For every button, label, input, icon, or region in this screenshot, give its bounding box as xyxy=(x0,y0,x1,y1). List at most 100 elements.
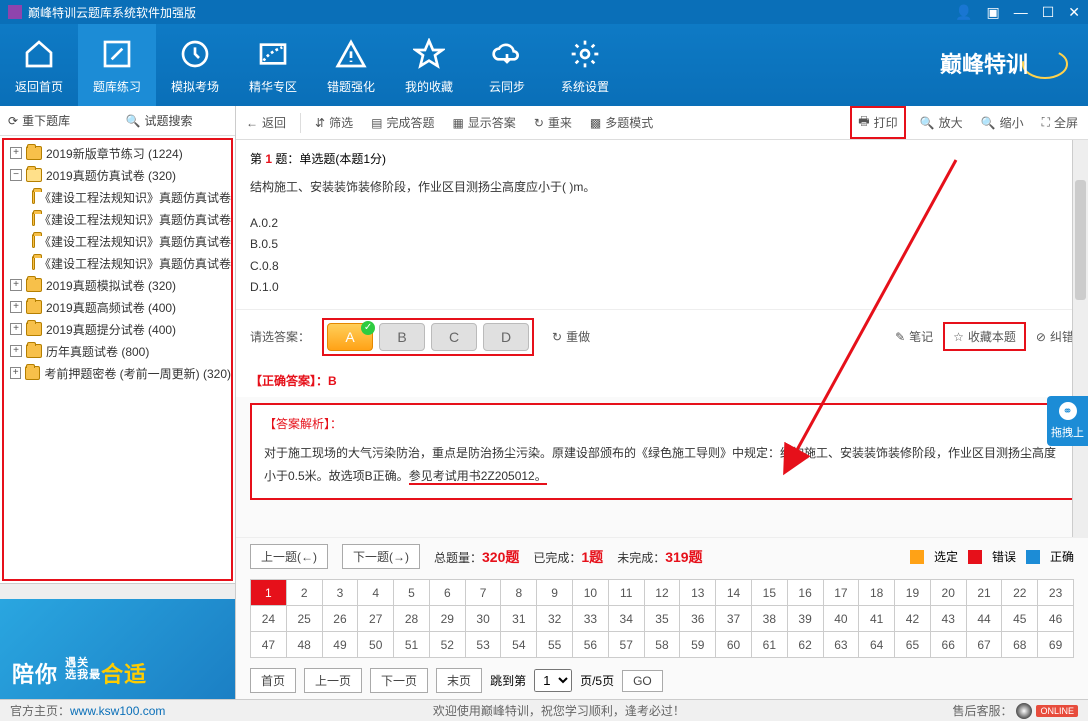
grid-cell[interactable]: 3 xyxy=(322,580,358,606)
qq-icon[interactable] xyxy=(1016,703,1032,719)
tree-item[interactable]: +2019真题提分试卷 (400) xyxy=(4,318,231,340)
option-button-b[interactable]: B xyxy=(379,323,425,351)
zoom-in-button[interactable]: 🔍放大 xyxy=(916,112,967,133)
favorite-button[interactable]: ☆收藏本题 xyxy=(943,322,1026,351)
grid-cell[interactable]: 7 xyxy=(465,580,501,606)
nav-sync[interactable]: 云同步 xyxy=(468,24,546,106)
next-page-button[interactable]: 下一页 xyxy=(370,668,428,693)
reset-button[interactable]: ↻重来 xyxy=(530,112,576,133)
grid-cell[interactable]: 18 xyxy=(859,580,895,606)
grid-cell[interactable]: 64 xyxy=(859,632,895,658)
last-page-button[interactable]: 末页 xyxy=(436,668,482,693)
grid-cell[interactable]: 10 xyxy=(573,580,609,606)
home-link[interactable]: www.ksw100.com xyxy=(70,704,165,718)
grid-cell[interactable]: 24 xyxy=(251,606,287,632)
grid-cell[interactable]: 52 xyxy=(429,632,465,658)
restore-icon[interactable]: ▣ xyxy=(986,4,999,21)
nav-favorites[interactable]: 我的收藏 xyxy=(390,24,468,106)
page-select[interactable]: 1 xyxy=(534,669,572,692)
grid-cell[interactable]: 39 xyxy=(787,606,823,632)
go-button[interactable]: GO xyxy=(622,670,663,692)
filter-button[interactable]: ⇵筛选 xyxy=(311,112,357,133)
nav-exam[interactable]: 模拟考场 xyxy=(156,24,234,106)
grid-cell[interactable]: 58 xyxy=(644,632,680,658)
nav-settings[interactable]: 系统设置 xyxy=(546,24,624,106)
first-page-button[interactable]: 首页 xyxy=(250,668,296,693)
tree-item[interactable]: +2019真题高频试卷 (400) xyxy=(4,296,231,318)
grid-cell[interactable]: 45 xyxy=(1002,606,1038,632)
tree-item[interactable]: +2019新版章节练习 (1224) xyxy=(4,142,231,164)
grid-cell[interactable]: 59 xyxy=(680,632,716,658)
tree-item[interactable]: +考前押题密卷 (考前一周更新) (320) xyxy=(4,362,231,384)
multi-button[interactable]: ▩多题模式 xyxy=(586,112,657,133)
grid-cell[interactable]: 9 xyxy=(537,580,573,606)
grid-cell[interactable]: 6 xyxy=(429,580,465,606)
grid-cell[interactable]: 31 xyxy=(501,606,537,632)
side-toggle-handle[interactable]: ⚭ 拖拽上 xyxy=(1047,396,1088,446)
close-icon[interactable]: ✕ xyxy=(1068,4,1080,21)
tree-expand-icon[interactable]: + xyxy=(10,323,22,335)
grid-cell[interactable]: 8 xyxy=(501,580,537,606)
grid-cell[interactable]: 14 xyxy=(716,580,752,606)
grid-cell[interactable]: 21 xyxy=(966,580,1002,606)
grid-cell[interactable]: 68 xyxy=(1002,632,1038,658)
grid-cell[interactable]: 40 xyxy=(823,606,859,632)
grid-cell[interactable]: 51 xyxy=(394,632,430,658)
h-scrollbar[interactable] xyxy=(0,583,235,599)
grid-cell[interactable]: 63 xyxy=(823,632,859,658)
grid-cell[interactable]: 53 xyxy=(465,632,501,658)
grid-cell[interactable]: 20 xyxy=(930,580,966,606)
nav-essence[interactable]: 精华专区 xyxy=(234,24,312,106)
grid-cell[interactable]: 69 xyxy=(1038,632,1074,658)
grid-cell[interactable]: 16 xyxy=(787,580,823,606)
tree-item[interactable]: 《建设工程法规知识》真题仿真试卷 xyxy=(4,252,231,274)
ad-banner[interactable]: 陪你 遇关 选我最 合适 xyxy=(0,599,235,699)
grid-cell[interactable]: 26 xyxy=(322,606,358,632)
tree-expand-icon[interactable]: + xyxy=(10,147,22,159)
fullscreen-button[interactable]: ⛶全屏 xyxy=(1038,112,1082,133)
redo-button[interactable]: ↻重做 xyxy=(552,328,590,345)
grid-cell[interactable]: 29 xyxy=(429,606,465,632)
option-button-d[interactable]: D xyxy=(483,323,529,351)
grid-cell[interactable]: 57 xyxy=(608,632,644,658)
nav-practice[interactable]: 题库练习 xyxy=(78,24,156,106)
tree-item[interactable]: 《建设工程法规知识》真题仿真试卷 xyxy=(4,186,231,208)
grid-cell[interactable]: 15 xyxy=(751,580,787,606)
grid-cell[interactable]: 30 xyxy=(465,606,501,632)
grid-cell[interactable]: 48 xyxy=(286,632,322,658)
grid-cell[interactable]: 35 xyxy=(644,606,680,632)
grid-cell[interactable]: 4 xyxy=(358,580,394,606)
grid-cell[interactable]: 46 xyxy=(1038,606,1074,632)
grid-cell[interactable]: 67 xyxy=(966,632,1002,658)
grid-cell[interactable]: 36 xyxy=(680,606,716,632)
tree-expand-icon[interactable]: + xyxy=(10,345,22,357)
back-button[interactable]: ←返回 xyxy=(242,112,290,133)
grid-cell[interactable]: 44 xyxy=(966,606,1002,632)
grid-cell[interactable]: 37 xyxy=(716,606,752,632)
grid-cell[interactable]: 38 xyxy=(751,606,787,632)
grid-cell[interactable]: 33 xyxy=(573,606,609,632)
user-icon[interactable]: 👤 xyxy=(955,4,972,21)
option-button-a[interactable]: A xyxy=(327,323,373,351)
next-question-button[interactable]: 下一题(→) xyxy=(342,544,420,569)
grid-cell[interactable]: 61 xyxy=(751,632,787,658)
tree-expand-icon[interactable]: − xyxy=(10,169,22,181)
tree-expand-icon[interactable]: + xyxy=(10,279,22,291)
grid-cell[interactable]: 56 xyxy=(573,632,609,658)
print-button[interactable]: 🖶打印 xyxy=(850,106,905,139)
grid-cell[interactable]: 5 xyxy=(394,580,430,606)
grid-cell[interactable]: 34 xyxy=(608,606,644,632)
option-button-c[interactable]: C xyxy=(431,323,477,351)
nav-home[interactable]: 返回首页 xyxy=(0,24,78,106)
tree-item[interactable]: +2019真题模拟试卷 (320) xyxy=(4,274,231,296)
grid-cell[interactable]: 60 xyxy=(716,632,752,658)
grid-cell[interactable]: 1 xyxy=(251,580,287,606)
reload-button[interactable]: ⟳重下题库 xyxy=(0,112,118,129)
tree-item[interactable]: −2019真题仿真试卷 (320) xyxy=(4,164,231,186)
grid-cell[interactable]: 54 xyxy=(501,632,537,658)
grid-cell[interactable]: 19 xyxy=(895,580,931,606)
tree-expand-icon[interactable]: + xyxy=(10,367,21,379)
grid-cell[interactable]: 2 xyxy=(286,580,322,606)
grid-cell[interactable]: 12 xyxy=(644,580,680,606)
grid-cell[interactable]: 49 xyxy=(322,632,358,658)
